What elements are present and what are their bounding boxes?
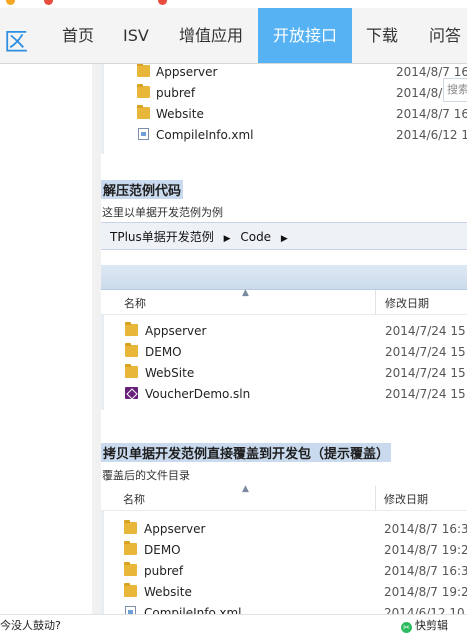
file-name: CompileInfo.xml (156, 128, 254, 142)
file-row[interactable]: CompileInfo.xml 2014/6/12 10 (101, 603, 467, 614)
breadcrumb-item[interactable]: Code (240, 230, 271, 244)
file-name: DEMO (145, 345, 182, 359)
file-date: 2014/7/24 15:2 (385, 324, 467, 338)
folder-icon (137, 84, 150, 98)
folder-icon (137, 105, 150, 119)
nav-isv[interactable]: ISV (123, 8, 149, 63)
column-header: ▲ 名称 修改日期 (101, 484, 467, 511)
file-date: 2014/6/12 10 (396, 128, 467, 142)
file-name: pubref (156, 86, 196, 100)
file-row[interactable]: VoucherDemo.sln 2014/7/24 15:2 (101, 384, 467, 405)
file-name: Website (144, 585, 192, 599)
left-sidebar (0, 64, 93, 614)
column-separator (375, 486, 376, 510)
folder-icon (125, 364, 138, 378)
tab-indicator-red-2 (158, 0, 167, 5)
top-navigation: 区 首页 ISV 增值应用 开放接口 下载 问答 (0, 8, 467, 64)
nav-home[interactable]: 首页 (62, 8, 94, 63)
file-row[interactable]: Appserver 2014/8/7 16:37 (101, 519, 467, 540)
column-name-header[interactable]: 名称 (123, 491, 145, 507)
vs-solution-icon (125, 387, 138, 399)
chevron-right-icon: ▶ (280, 234, 288, 244)
folder-icon (125, 322, 138, 336)
sort-caret-icon: ▲ (242, 288, 249, 298)
file-row[interactable]: DEMO 2014/8/7 19:23 (101, 540, 467, 561)
explorer-panel-1: Appserver 2014/8/7 16: pubref 2014/8/7 W… (101, 64, 467, 154)
nav-qa[interactable]: 问答 (429, 8, 461, 63)
chevron-right-icon: ▶ (223, 234, 231, 244)
folder-icon (137, 64, 150, 77)
file-date: 2014/8/7 (396, 86, 450, 100)
file-date: 2014/7/24 15:2 (385, 345, 467, 359)
explorer-toolbar (101, 265, 467, 290)
section-subtext: 这里以单据开发范例为例 (102, 206, 223, 219)
file-name: Appserver (145, 324, 207, 338)
content-gutter (92, 64, 101, 614)
section-subtext: 覆盖后的文件目录 (102, 469, 190, 482)
file-row[interactable]: Website 2014/8/7 19:23 (101, 582, 467, 603)
file-date: 2014/8/7 19:23 (384, 585, 467, 599)
file-row[interactable]: CompileInfo.xml 2014/6/12 10 (101, 125, 467, 146)
folder-icon (124, 541, 137, 555)
breadcrumb-item[interactable]: TPlus单据开发范例 (110, 230, 214, 244)
file-name: VoucherDemo.sln (145, 387, 251, 401)
clip-tool-button[interactable]: ✂ 快剪辑 (401, 617, 448, 633)
column-date-header[interactable]: 修改日期 (384, 491, 428, 507)
clip-tool-label: 快剪辑 (415, 619, 448, 632)
file-date: 2014/8/7 16:38 (384, 564, 467, 578)
tab-indicator-red (44, 0, 53, 5)
file-row[interactable]: DEMO 2014/7/24 15:2 (101, 342, 467, 363)
section-heading: 解压范例代码 (101, 180, 184, 199)
file-name: Website (156, 107, 204, 121)
explorer-panel-3: ▲ 名称 修改日期 Appserver 2014/8/7 16:37 DEMO … (101, 484, 467, 614)
status-text: 今没人鼓动? (0, 619, 61, 632)
nav-download[interactable]: 下载 (366, 8, 398, 63)
file-name: Appserver (156, 65, 218, 79)
address-bar: TPlus单据开发范例 ▶ Code ▶ (101, 222, 467, 250)
tab-indicator-orange (6, 0, 15, 5)
sort-caret-icon: ▲ (242, 484, 249, 494)
file-row[interactable]: WebSite 2014/7/24 15:2 (101, 363, 467, 384)
file-name: CompileInfo.xml (144, 606, 242, 614)
config-file-icon (125, 606, 136, 614)
explorer-panel-2: ▲ 名称 修改日期 Appserver 2014/7/24 15:2 DEMO … (101, 288, 467, 410)
file-date: 2014/6/12 10 (384, 606, 465, 614)
file-row[interactable]: Appserver 2014/8/7 16: (101, 64, 467, 83)
file-row[interactable]: Website 2014/8/7 16: (101, 104, 467, 125)
file-name: DEMO (144, 543, 181, 557)
folder-icon (124, 520, 137, 534)
section-heading: 拷贝单据开发范例直接覆盖到开发包（提示覆盖） (101, 443, 392, 462)
folder-icon (125, 343, 138, 357)
folder-icon (124, 583, 137, 597)
column-date-header[interactable]: 修改日期 (385, 295, 429, 311)
file-date: 2014/8/7 16:37 (384, 522, 467, 536)
column-name-header[interactable]: 名称 (124, 295, 146, 311)
article-content: Appserver 2014/8/7 16: pubref 2014/8/7 W… (101, 64, 467, 614)
nav-open-api[interactable]: 开放接口 (258, 8, 352, 63)
breadcrumb: TPlus单据开发范例 ▶ Code ▶ (110, 228, 294, 245)
column-separator (375, 290, 376, 314)
config-file-icon (138, 128, 149, 140)
file-date: 2014/7/24 15:2 (385, 366, 467, 380)
file-row[interactable]: pubref 2014/8/7 (101, 83, 467, 104)
file-name: WebSite (145, 366, 195, 380)
folder-icon (124, 562, 137, 576)
file-name: pubref (144, 564, 184, 578)
file-row[interactable]: Appserver 2014/7/24 15:2 (101, 321, 467, 342)
search-input[interactable]: 搜索 (443, 78, 467, 102)
column-header: ▲ 名称 修改日期 (101, 288, 467, 315)
nav-value-added-apps[interactable]: 增值应用 (179, 8, 243, 63)
status-bar: 今没人鼓动? ✂ 快剪辑 (0, 614, 467, 633)
file-date: 2014/7/24 15:2 (385, 387, 467, 401)
site-logo[interactable]: 区 (4, 22, 28, 57)
file-name: Appserver (144, 522, 206, 536)
file-row[interactable]: pubref 2014/8/7 16:38 (101, 561, 467, 582)
file-date: 2014/8/7 19:23 (384, 543, 467, 557)
top-strip (0, 0, 467, 8)
file-date: 2014/8/7 16: (396, 107, 467, 121)
scissors-icon: ✂ (401, 622, 412, 633)
file-date: 2014/8/7 16: (396, 65, 467, 79)
